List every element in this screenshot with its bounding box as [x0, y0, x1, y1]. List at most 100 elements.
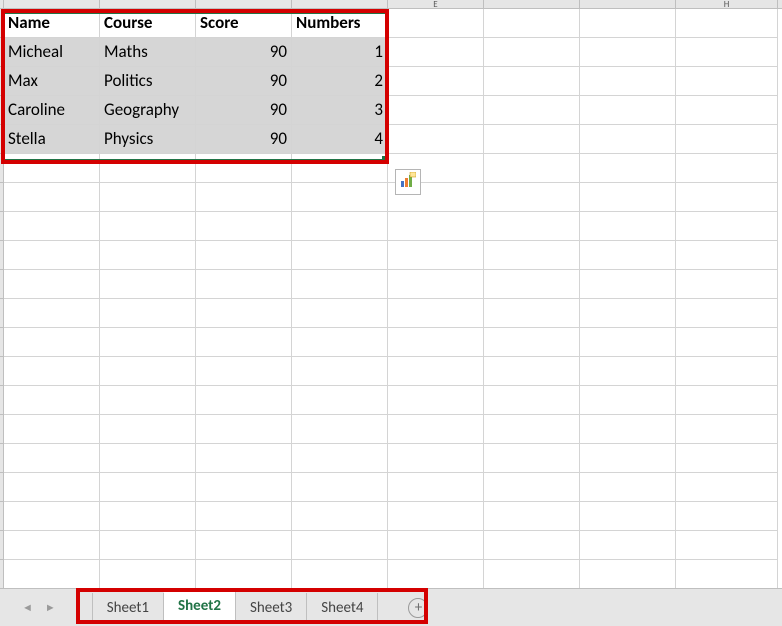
- empty-cell[interactable]: [388, 241, 484, 270]
- empty-cell[interactable]: [292, 473, 388, 502]
- empty-cell[interactable]: [292, 241, 388, 270]
- empty-cell[interactable]: [388, 328, 484, 357]
- empty-cell[interactable]: [4, 328, 100, 357]
- empty-cell[interactable]: [580, 299, 676, 328]
- empty-cell[interactable]: [196, 560, 292, 588]
- empty-cell[interactable]: [100, 183, 196, 212]
- empty-cell[interactable]: [388, 531, 484, 560]
- empty-cell[interactable]: [4, 270, 100, 299]
- cell-h5[interactable]: [676, 125, 778, 154]
- empty-cell[interactable]: [484, 502, 580, 531]
- empty-cell[interactable]: [4, 415, 100, 444]
- empty-cell[interactable]: [196, 328, 292, 357]
- cell-g2[interactable]: [580, 38, 676, 67]
- cell-e5[interactable]: [388, 125, 484, 154]
- empty-cell[interactable]: [388, 270, 484, 299]
- cell-g4[interactable]: [580, 96, 676, 125]
- cell-a2[interactable]: Micheal: [4, 38, 100, 67]
- empty-cell[interactable]: [100, 415, 196, 444]
- empty-cell[interactable]: [100, 502, 196, 531]
- empty-cell[interactable]: [676, 560, 778, 588]
- empty-cell[interactable]: [4, 212, 100, 241]
- empty-cell[interactable]: [292, 531, 388, 560]
- empty-cell[interactable]: [676, 328, 778, 357]
- cell-f1[interactable]: [484, 9, 580, 38]
- empty-cell[interactable]: [196, 444, 292, 473]
- empty-cell[interactable]: [580, 357, 676, 386]
- empty-cell[interactable]: [196, 415, 292, 444]
- empty-cell[interactable]: [100, 560, 196, 588]
- empty-cell[interactable]: [196, 531, 292, 560]
- empty-cell[interactable]: [100, 386, 196, 415]
- empty-cell[interactable]: [4, 154, 100, 183]
- empty-cell[interactable]: [388, 386, 484, 415]
- tab-sheet1[interactable]: Sheet1: [92, 593, 164, 623]
- empty-cell[interactable]: [4, 502, 100, 531]
- empty-cell[interactable]: [292, 357, 388, 386]
- empty-cell[interactable]: [484, 183, 580, 212]
- empty-cell[interactable]: [4, 386, 100, 415]
- tab-sheet4[interactable]: Sheet4: [307, 593, 378, 623]
- tab-nav-next-icon[interactable]: ►: [39, 601, 62, 614]
- cell-f2[interactable]: [484, 38, 580, 67]
- cell-h4[interactable]: [676, 96, 778, 125]
- empty-cell[interactable]: [484, 386, 580, 415]
- tab-sheet2[interactable]: Sheet2: [164, 591, 236, 624]
- cell-d4[interactable]: 3: [292, 96, 388, 125]
- empty-cell[interactable]: [676, 299, 778, 328]
- empty-cell[interactable]: [196, 241, 292, 270]
- cell-c5[interactable]: 90: [196, 125, 292, 154]
- empty-cell[interactable]: [676, 241, 778, 270]
- cell-e3[interactable]: [388, 67, 484, 96]
- empty-cell[interactable]: [580, 386, 676, 415]
- empty-cell[interactable]: [292, 154, 388, 183]
- empty-cell[interactable]: [196, 299, 292, 328]
- empty-cell[interactable]: [484, 560, 580, 588]
- empty-cell[interactable]: [676, 502, 778, 531]
- cell-c4[interactable]: 90: [196, 96, 292, 125]
- empty-cell[interactable]: [4, 299, 100, 328]
- empty-cell[interactable]: [484, 444, 580, 473]
- empty-cell[interactable]: [580, 444, 676, 473]
- empty-cell[interactable]: [100, 473, 196, 502]
- empty-cell[interactable]: [676, 473, 778, 502]
- empty-cell[interactable]: [292, 299, 388, 328]
- empty-cell[interactable]: [580, 502, 676, 531]
- empty-cell[interactable]: [484, 241, 580, 270]
- empty-cell[interactable]: [196, 212, 292, 241]
- empty-cell[interactable]: [4, 357, 100, 386]
- empty-cell[interactable]: [484, 299, 580, 328]
- quick-analysis-button[interactable]: [395, 169, 421, 195]
- cell-e4[interactable]: [388, 96, 484, 125]
- cell-g3[interactable]: [580, 67, 676, 96]
- cell-b1[interactable]: Course: [100, 9, 196, 38]
- empty-cell[interactable]: [388, 415, 484, 444]
- empty-cell[interactable]: [388, 560, 484, 588]
- empty-cell[interactable]: [388, 502, 484, 531]
- empty-cell[interactable]: [484, 212, 580, 241]
- cell-a3[interactable]: Max: [4, 67, 100, 96]
- empty-cell[interactable]: [100, 270, 196, 299]
- empty-cell[interactable]: [196, 386, 292, 415]
- empty-cell[interactable]: [484, 415, 580, 444]
- empty-cell[interactable]: [292, 270, 388, 299]
- cell-g1[interactable]: [580, 9, 676, 38]
- empty-cell[interactable]: [676, 154, 778, 183]
- cell-a5[interactable]: Stella: [4, 125, 100, 154]
- col-header-g[interactable]: [580, 0, 676, 8]
- cell-b4[interactable]: Geography: [100, 96, 196, 125]
- empty-cell[interactable]: [676, 386, 778, 415]
- empty-cell[interactable]: [100, 328, 196, 357]
- empty-cell[interactable]: [100, 531, 196, 560]
- cell-a4[interactable]: Caroline: [4, 96, 100, 125]
- empty-cell[interactable]: [484, 357, 580, 386]
- empty-cell[interactable]: [580, 473, 676, 502]
- empty-cell[interactable]: [580, 415, 676, 444]
- empty-cell[interactable]: [484, 531, 580, 560]
- col-header-c[interactable]: [196, 0, 292, 8]
- empty-cell[interactable]: [4, 183, 100, 212]
- empty-cell[interactable]: [4, 531, 100, 560]
- empty-cell[interactable]: [196, 183, 292, 212]
- empty-cell[interactable]: [580, 154, 676, 183]
- empty-cell[interactable]: [4, 444, 100, 473]
